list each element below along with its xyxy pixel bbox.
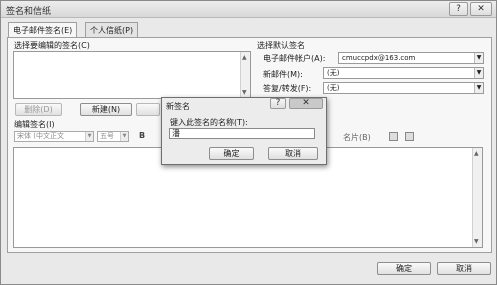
reply-forward-select[interactable]: (无) ▼: [323, 82, 484, 94]
reply-forward-label: 答复/转发(F):: [263, 84, 312, 93]
new-messages-value: (无): [327, 69, 340, 77]
signature-list[interactable]: ▲ ▼: [13, 51, 251, 99]
signature-name-input[interactable]: 潘: [169, 128, 315, 139]
font-name-select[interactable]: 宋体 (中文正文 ▼: [14, 131, 94, 142]
font-name-value: 宋体 (中文正文: [17, 132, 64, 140]
new-signature-button[interactable]: 新建(N): [80, 103, 132, 116]
default-signature-heading: 选择默认签名: [257, 41, 305, 50]
business-card-button[interactable]: 名片(B): [343, 132, 371, 143]
scroll-down-icon: ▼: [242, 89, 247, 96]
signature-list-scrollbar[interactable]: ▲ ▼: [240, 52, 250, 98]
cancel-button[interactable]: 取消: [437, 262, 491, 275]
chevron-down-icon: ▼: [120, 132, 128, 141]
save-button[interactable]: [136, 103, 160, 116]
select-signature-label: 选择要编辑的签名(C): [14, 41, 90, 50]
new-messages-select[interactable]: (无) ▼: [323, 67, 484, 79]
window-title: 签名和信纸: [6, 7, 52, 17]
delete-button[interactable]: 删除(D): [15, 103, 62, 116]
tab-email-signature[interactable]: 电子邮件签名(E): [8, 22, 78, 38]
close-button[interactable]: ✕: [470, 2, 492, 16]
chevron-down-icon: ▼: [474, 83, 483, 93]
scroll-up-icon: ▲: [242, 54, 247, 61]
popup-cancel-button[interactable]: 取消: [268, 147, 318, 160]
picture-icon[interactable]: [389, 132, 398, 141]
bold-button[interactable]: B: [139, 131, 145, 140]
popup-prompt: 键入此签名的名称(T):: [170, 118, 248, 127]
popup-ok-button[interactable]: 确定: [209, 147, 254, 160]
new-messages-label: 新邮件(M):: [263, 70, 303, 79]
reply-forward-value: (无): [327, 84, 340, 92]
popup-close-button[interactable]: ✕: [289, 98, 323, 109]
font-size-select[interactable]: 五号 ▼: [97, 131, 129, 142]
popup-help-button[interactable]: ?: [270, 98, 286, 109]
font-size-value: 五号: [100, 132, 114, 140]
chevron-down-icon: ▼: [85, 132, 93, 141]
title-bar: 签名和信纸 ? ✕: [1, 1, 496, 18]
scroll-down-icon: ▼: [474, 238, 479, 245]
editor-scrollbar[interactable]: ▲ ▼: [472, 148, 482, 247]
account-label: 电子邮件帐户(A):: [263, 54, 326, 63]
edit-signature-label: 编辑签名(I): [14, 120, 55, 129]
account-select[interactable]: cmuccpdx@163.com ▼: [338, 52, 484, 64]
tab-personal-stationery[interactable]: 个人信纸(P): [85, 22, 139, 37]
account-value: cmuccpdx@163.com: [342, 54, 416, 62]
hyperlink-icon[interactable]: [405, 132, 414, 141]
chevron-down-icon: ▼: [474, 53, 483, 63]
chevron-down-icon: ▼: [474, 68, 483, 78]
help-button[interactable]: ?: [449, 2, 468, 16]
popup-title: 新签名: [166, 102, 190, 111]
scroll-up-icon: ▲: [474, 150, 479, 157]
ok-button[interactable]: 确定: [377, 262, 431, 275]
